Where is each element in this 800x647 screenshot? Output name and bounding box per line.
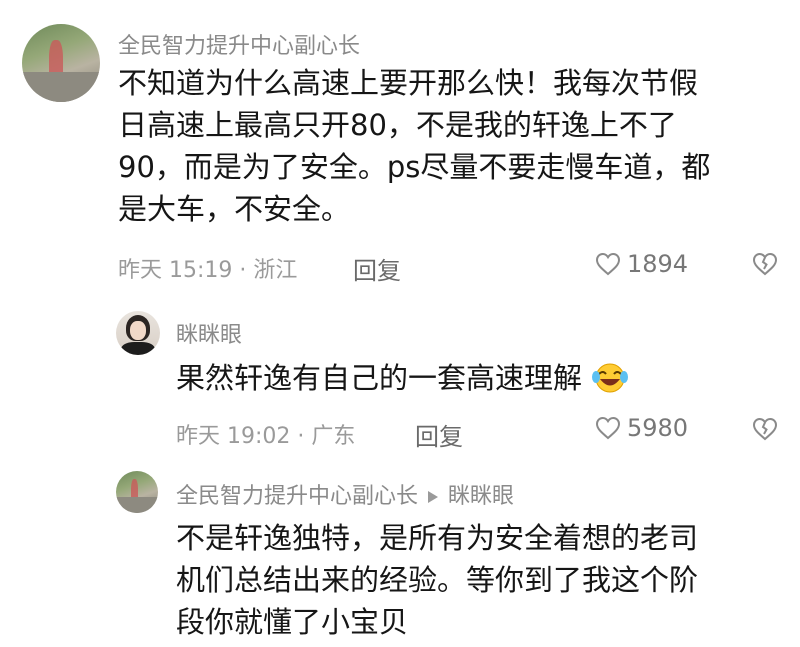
dislike-button[interactable] [752,252,778,280]
reply-to-arrow-icon [428,491,439,503]
broken-heart-icon [752,252,778,276]
comment-line: 是大车，不安全。 [118,192,351,226]
avatar[interactable] [116,311,160,355]
heart-outline-icon [595,416,621,440]
dislike-button[interactable] [752,417,778,445]
reply-line: 段你就懂了小宝贝 [176,605,409,639]
reply-line: 不是轩逸独特，是所有为安全着想的老司 [176,521,699,555]
reply-button[interactable]: 回复 [415,417,463,452]
like-button[interactable]: 1894 [595,250,688,278]
broken-heart-icon [752,417,778,441]
comment-text: 不知道为什么高速上要开那么快！我每次节假 日高速上最高只开80，不是我的轩逸上不… [118,62,788,230]
reply-line: 机们总结出来的经验。等你到了我这个阶 [176,563,699,597]
laughing-tears-emoji [591,360,629,405]
reply-text: 果然轩逸有自己的一套高速理解 [176,357,776,405]
comment-line: 不知道为什么高速上要开那么快！我每次节假 [118,66,699,100]
avatar[interactable] [116,471,158,513]
reply-timestamp-location: 昨天 19:02 · 广东 [176,424,356,449]
reply-username[interactable]: 眯眯眼 [176,317,242,349]
reply-button[interactable]: 回复 [353,251,401,286]
like-count: 5980 [627,414,689,442]
comment-username[interactable]: 全民智力提升中心副心长 [118,28,360,60]
reply-text: 不是轩逸独特，是所有为安全着想的老司 机们总结出来的经验。等你到了我这个阶 段你… [176,517,776,643]
like-button[interactable]: 5980 [595,414,688,442]
comment-timestamp-location: 昨天 15:19 · 浙江 [118,258,298,283]
comment-line: 90，而是为了安全。ps尽量不要走慢车道，都 [118,150,711,184]
avatar[interactable] [22,24,100,102]
comment-line: 日高速上最高只开80，不是我的轩逸上不了 [118,108,677,142]
reply-to-user[interactable]: 眯眯眼 [448,484,514,509]
reply-text-content: 果然轩逸有自己的一套高速理解 [176,361,583,395]
heart-outline-icon [595,252,621,276]
reply-username: 全民智力提升中心副心长 眯眯眼 [176,478,514,510]
reply-author[interactable]: 全民智力提升中心副心长 [176,484,418,509]
like-count: 1894 [627,250,689,278]
